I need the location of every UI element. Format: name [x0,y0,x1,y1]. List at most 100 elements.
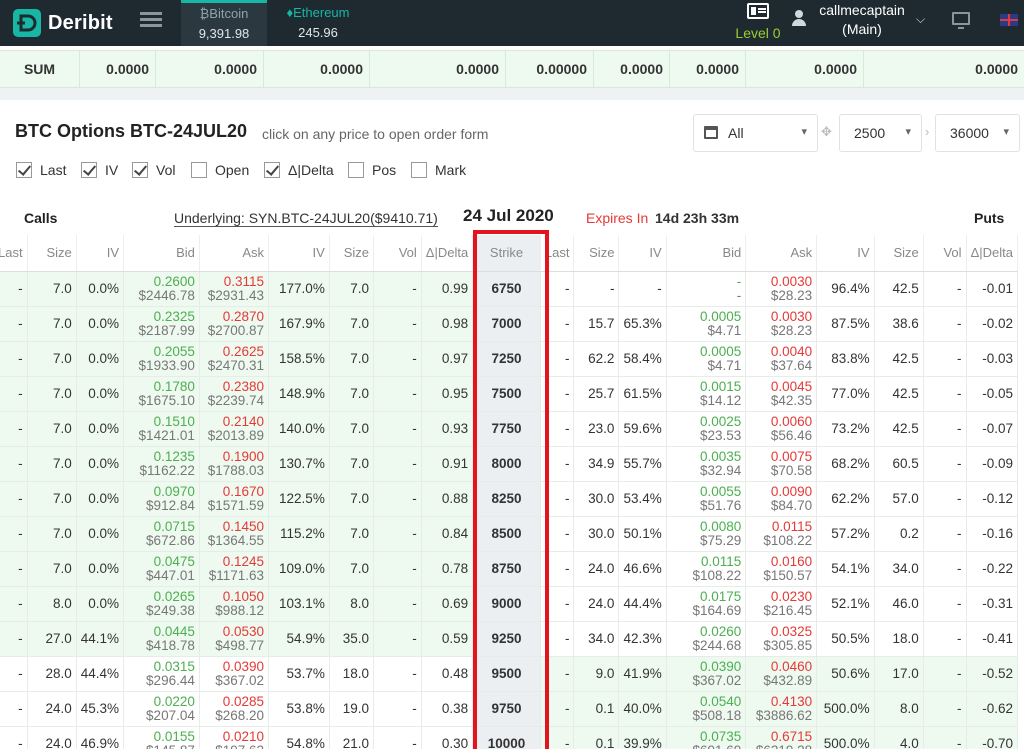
price-btc[interactable]: 0.0530 [204,624,264,639]
call-ask-price[interactable]: 0.2870 $2700.87 [199,306,270,342]
call-bid-price[interactable]: 0.0970 $912.84 [123,481,200,517]
price-btc[interactable]: 0.0390 [204,659,264,674]
price-btc[interactable]: 0.1450 [204,519,264,534]
price-btc[interactable]: 0.0115 [671,554,741,569]
put-ask-price[interactable]: 0.0030 $28.23 [745,306,818,342]
price-btc[interactable]: 0.0080 [671,519,741,534]
put-ask-price[interactable]: 0.0160 $150.57 [745,551,818,587]
price-btc[interactable]: 0.0030 [750,274,812,289]
price-btc[interactable]: 0.0475 [128,554,195,569]
put-bid-price[interactable]: 0.0025 $23.53 [666,411,747,447]
call-ask-price[interactable]: 0.0530 $498.77 [199,621,270,657]
price-btc[interactable]: 0.3115 [204,274,264,289]
ticker-ethereum[interactable]: ♦Ethereum 245.96 [268,0,368,46]
put-bid-price[interactable]: 0.0055 $51.76 [666,481,747,517]
call-bid-price[interactable]: 0.1235 $1162.22 [123,446,200,482]
call-ask-price[interactable]: 0.0390 $367.02 [199,656,270,692]
checkbox[interactable] [81,162,97,178]
price-btc[interactable]: 0.0060 [750,414,812,429]
price-btc[interactable]: 0.0230 [750,589,812,604]
price-btc[interactable]: 0.1780 [128,379,195,394]
toggle-last[interactable]: Last [16,161,66,179]
put-ask-price[interactable]: 0.0325 $305.85 [745,621,818,657]
checkbox[interactable] [411,162,427,178]
put-bid-price[interactable]: 0.0080 $75.29 [666,516,747,552]
price-btc[interactable]: 0.0045 [750,379,812,394]
put-ask-price[interactable]: 0.6715$6319.28 [745,726,818,749]
call-bid-price[interactable]: 0.2055 $1933.90 [123,341,200,377]
put-ask-price[interactable]: 0.0045 $42.35 [745,376,818,412]
put-ask-price[interactable]: 0.0030 $28.23 [745,271,818,307]
call-bid-price[interactable]: 0.0265 $249.38 [123,586,200,622]
call-bid-price[interactable]: 0.0155$145.87 [123,726,200,749]
price-btc[interactable]: 0.0390 [671,659,741,674]
monitor-icon[interactable] [952,12,970,29]
call-ask-price[interactable]: 0.1450 $1364.55 [199,516,270,552]
toggle-delta[interactable]: Δ|Delta [264,161,334,179]
price-btc[interactable]: - [671,274,742,289]
checkbox[interactable] [348,162,364,178]
filter-select[interactable]: All ▾ [693,114,818,152]
put-bid-price[interactable]: 0.0540 $508.18 [666,691,747,727]
price-btc[interactable]: 0.0025 [671,414,741,429]
underlying-link[interactable]: Underlying: SYN.BTC-24JUL20($9410.71) [174,210,438,227]
call-bid-price[interactable]: 0.1780 $1675.10 [123,376,200,412]
call-ask-price[interactable]: 0.1050 $988.12 [199,586,270,622]
price-btc[interactable]: 0.0155 [128,729,195,744]
price-btc[interactable]: 0.1245 [204,554,264,569]
price-btc[interactable]: 0.2870 [204,309,264,324]
menu-icon[interactable] [140,12,162,32]
price-btc[interactable]: 0.1235 [128,449,195,464]
price-btc[interactable]: 0.1050 [204,589,264,604]
price-btc[interactable]: 0.0260 [671,624,741,639]
put-ask-price[interactable]: 0.0230 $216.45 [745,586,818,622]
price-btc[interactable]: 0.0005 [671,309,741,324]
strike-from-select[interactable]: 2500 ▾ [839,114,922,152]
toggle-mark[interactable]: Mark [411,161,466,179]
put-ask-price[interactable]: 0.4130 $3886.62 [745,691,818,727]
put-ask-price[interactable]: 0.0115 $108.22 [745,516,818,552]
put-ask-price[interactable]: 0.0060 $56.46 [745,411,818,447]
put-bid-price[interactable]: 0.0005 $4.71 [666,341,747,377]
price-btc[interactable]: 0.2055 [128,344,195,359]
price-btc[interactable]: 0.0220 [128,694,195,709]
checkbox[interactable] [16,162,32,178]
price-btc[interactable]: 0.2600 [128,274,195,289]
put-bid-price[interactable]: 0.0035 $32.94 [666,446,747,482]
price-btc[interactable]: 0.6715 [750,729,812,744]
toggle-pos[interactable]: Pos [348,161,396,179]
price-btc[interactable]: 0.1510 [128,414,195,429]
put-ask-price[interactable]: 0.0040 $37.64 [745,341,818,377]
price-btc[interactable]: 0.0715 [128,519,195,534]
price-btc[interactable]: 0.0055 [671,484,741,499]
price-btc[interactable]: 0.0735 [671,729,741,744]
strike-to-select[interactable]: 36000 ▾ [935,114,1020,152]
put-ask-price[interactable]: 0.0075 $70.58 [745,446,818,482]
put-ask-price[interactable]: 0.0090 $84.70 [745,481,818,517]
call-ask-price[interactable]: 0.2625 $2470.31 [199,341,270,377]
call-bid-price[interactable]: 0.0315 $296.44 [123,656,200,692]
put-bid-price[interactable]: 0.0260 $244.68 [666,621,747,657]
price-btc[interactable]: 0.0035 [671,449,741,464]
price-btc[interactable]: 0.1670 [204,484,264,499]
call-bid-price[interactable]: 0.0475 $447.01 [123,551,200,587]
price-btc[interactable]: 0.0285 [204,694,264,709]
call-bid-price[interactable]: 0.0220 $207.04 [123,691,200,727]
put-bid-price[interactable]: 0.0115 $108.22 [666,551,747,587]
logo[interactable]: Deribit [12,6,113,40]
price-btc[interactable]: 0.2140 [204,414,264,429]
call-ask-price[interactable]: 0.2140 $2013.89 [199,411,270,447]
price-btc[interactable]: 0.2625 [204,344,264,359]
put-bid-price[interactable]: 0.0175 $164.69 [666,586,747,622]
checkbox[interactable] [132,162,148,178]
call-ask-price[interactable]: 0.1900 $1788.03 [199,446,270,482]
call-ask-price[interactable]: 0.2380 $2239.74 [199,376,270,412]
price-btc[interactable]: 0.0015 [671,379,741,394]
price-btc[interactable]: 0.2380 [204,379,264,394]
put-bid-price[interactable]: 0.0390 $367.02 [666,656,747,692]
toggle-open[interactable]: Open [191,161,249,179]
call-bid-price[interactable]: 0.1510 $1421.01 [123,411,200,447]
call-ask-price[interactable]: 0.0210$197.62 [199,726,270,749]
price-btc[interactable]: 0.0325 [750,624,812,639]
price-btc[interactable]: 0.0005 [671,344,741,359]
